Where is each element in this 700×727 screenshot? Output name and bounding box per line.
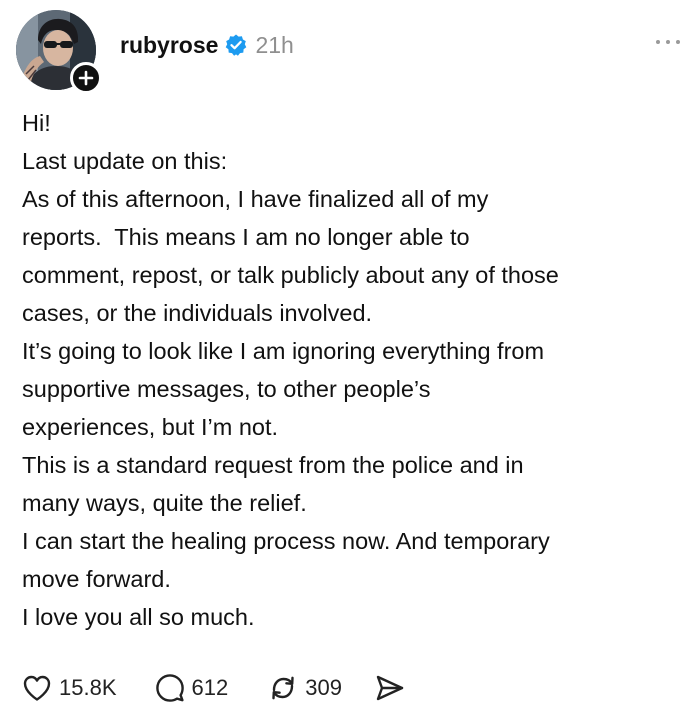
username[interactable]: rubyrose (120, 32, 218, 59)
reply-button[interactable]: 612 (155, 673, 229, 703)
avatar-container[interactable] (16, 10, 102, 94)
post-line: experiences, but I’m not. (22, 414, 279, 440)
thread-post: rubyrose 21h Hi! Last update on this: As… (0, 0, 700, 727)
post-line: reports. This means I am no longer able … (22, 224, 470, 250)
repost-button[interactable]: 309 (268, 673, 342, 703)
like-button[interactable]: 15.8K (22, 674, 117, 702)
post-timestamp: 21h (255, 31, 294, 58)
send-icon (376, 675, 404, 701)
post-actions: 15.8K 612 309 (22, 670, 406, 706)
repost-count: 309 (305, 675, 342, 700)
post-body: Hi! Last update on this: As of this afte… (22, 104, 672, 636)
repost-icon (272, 676, 294, 700)
post-line: cases, or the individuals involved. (22, 300, 373, 326)
post-line: I love you all so much. (22, 604, 255, 630)
post-line: supportive messages, to other people’s (22, 376, 431, 402)
comment-bubble-icon (155, 674, 184, 702)
post-line: Last update on this: (22, 148, 228, 174)
post-line: It’s going to look like I am ignoring ev… (22, 338, 545, 364)
post-line: I can start the healing process now. And… (22, 528, 550, 554)
post-line: Hi! (22, 110, 51, 136)
heart-icon (23, 675, 51, 701)
like-count: 15.8K (59, 675, 117, 700)
verified-badge-icon (226, 34, 247, 56)
follow-button[interactable] (70, 62, 102, 94)
post-line: As of this afternoon, I have finalized a… (22, 186, 489, 212)
post-line: comment, repost, or talk publicly about … (22, 262, 559, 288)
share-button[interactable] (374, 673, 406, 703)
post-line: move forward. (22, 566, 171, 592)
reply-count: 612 (191, 675, 229, 700)
post-line: many ways, quite the relief. (22, 490, 307, 516)
post-header: rubyrose 21h (120, 30, 294, 60)
post-line: This is a standard request from the poli… (22, 452, 524, 478)
more-horizontal-icon[interactable] (650, 30, 686, 54)
plus-icon (78, 70, 94, 86)
